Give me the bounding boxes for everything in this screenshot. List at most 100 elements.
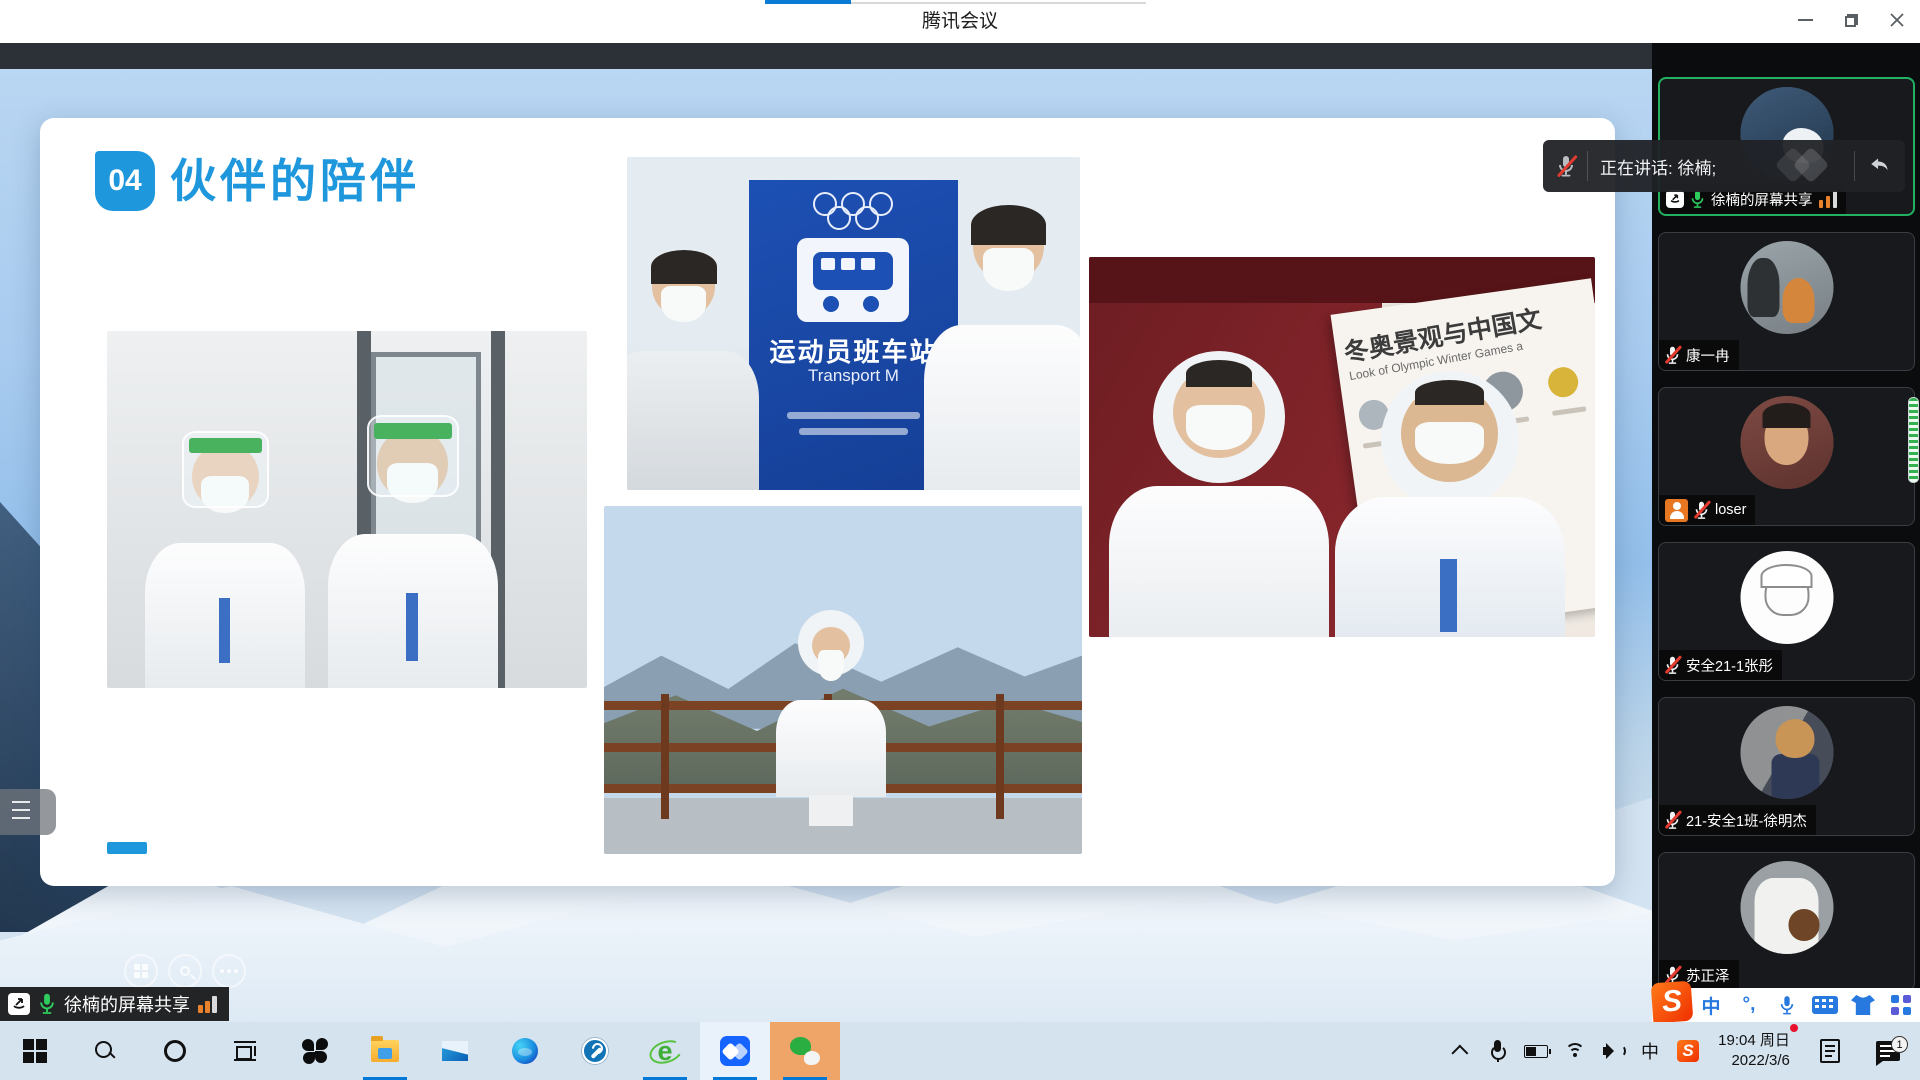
start-button[interactable] — [0, 1022, 70, 1080]
slide-page-indicator — [107, 842, 147, 854]
minimize-button[interactable] — [1782, 0, 1828, 40]
speaking-text: 正在讲话: 徐楠; — [1600, 154, 1716, 179]
cortana-button[interactable] — [140, 1022, 210, 1080]
participant-avatar — [1740, 861, 1833, 954]
mic-on-icon — [1690, 190, 1705, 209]
member-badge-icon — [1665, 499, 1688, 522]
hidden-icons-chevron[interactable] — [1444, 1022, 1480, 1080]
sogou-logo-icon[interactable]: S — [1651, 981, 1694, 1024]
notification-count-badge: 1 — [1891, 1036, 1908, 1053]
participant-name: 康一冉 — [1686, 345, 1730, 366]
ime-voice-icon[interactable] — [1768, 995, 1806, 1016]
battery-icon[interactable] — [1514, 1022, 1558, 1080]
mic-muted-icon — [1665, 656, 1680, 675]
restore-button[interactable] — [1828, 0, 1874, 40]
railing-post — [661, 694, 669, 819]
screen-share-icon — [1666, 190, 1684, 208]
clock-time: 19:04 周日 — [1718, 1031, 1790, 1051]
signal-bars-icon — [198, 996, 217, 1013]
screen-share-icon — [8, 993, 30, 1015]
letterbox-strip — [0, 43, 1920, 69]
participant-label: 康一冉 — [1659, 340, 1739, 370]
slide-zoom-button[interactable] — [168, 954, 202, 988]
wifi-icon[interactable] — [1558, 1022, 1594, 1080]
participant-label: 安全21-1张彤 — [1659, 650, 1782, 680]
photo-doorway-volunteers — [107, 331, 587, 688]
volume-icon[interactable] — [1594, 1022, 1632, 1080]
ime-skin-icon[interactable] — [1844, 995, 1882, 1015]
participant-tile[interactable]: 21-安全1班-徐明杰 — [1658, 697, 1915, 836]
bus-pictogram — [797, 238, 909, 322]
participant-avatar — [1740, 396, 1833, 489]
clock-date: 2022/3/6 — [1718, 1051, 1790, 1071]
system-tray: 中 S 19:04 周日 2022/3/6 1 — [1444, 1022, 1920, 1080]
railing-post — [996, 694, 1004, 819]
presentation-slide: 04 伙伴的陪伴 — [40, 118, 1615, 886]
participant-name: loser — [1715, 502, 1746, 518]
participant-tile[interactable]: 康一冉 — [1658, 232, 1915, 371]
mic-muted-icon — [1665, 811, 1680, 830]
ime-keyboard-icon[interactable] — [1806, 996, 1844, 1014]
participant-label: loser — [1659, 495, 1755, 525]
notification-dot — [1790, 1024, 1798, 1032]
sogou-tray-icon[interactable]: S — [1668, 1022, 1708, 1080]
ime-punctuation-toggle[interactable]: °, — [1730, 994, 1768, 1016]
clock[interactable]: 19:04 周日 2022/3/6 — [1708, 1022, 1804, 1080]
mic-muted-icon[interactable] — [1557, 155, 1575, 178]
slide-section-badge: 04 — [95, 151, 155, 211]
screen-share-status-text: 徐楠的屏幕共享 — [64, 991, 190, 1017]
search-button[interactable] — [70, 1022, 140, 1080]
speaking-notification-banner: 正在讲话: 徐楠; — [1543, 140, 1905, 192]
window-titlebar: 腾讯会议 — [0, 0, 1920, 43]
participant-list: 徐楠的屏幕共享 康一冉 — [1658, 77, 1916, 1007]
meeting-logo-watermark — [1772, 148, 1842, 184]
participant-label: 21-安全1班-徐明杰 — [1659, 805, 1816, 835]
signal-bars-icon — [1819, 191, 1838, 208]
photo-mountain-overlook — [604, 506, 1082, 854]
tencent-meeting-button[interactable] — [700, 1022, 770, 1080]
participant-tile[interactable]: 安全21-1张彤 — [1658, 542, 1915, 681]
person-figure — [145, 438, 305, 688]
mic-on-icon — [38, 993, 56, 1015]
olympic-rings-icon — [805, 190, 901, 230]
window-title: 腾讯会议 — [0, 0, 1920, 43]
screen-share-status-label: 徐楠的屏幕共享 — [0, 987, 229, 1021]
task-view-button[interactable] — [210, 1022, 280, 1080]
slide-more-button[interactable] — [212, 954, 246, 988]
person-figure — [776, 616, 886, 826]
slide-grid-view-button[interactable] — [124, 954, 158, 988]
shared-screen-area: 04 伙伴的陪伴 — [0, 69, 1652, 1022]
sign-small-text-line — [799, 428, 907, 435]
slide-title: 伙伴的陪伴 — [170, 151, 420, 211]
mic-muted-icon — [1665, 346, 1680, 365]
mail-app-button[interactable] — [420, 1022, 490, 1080]
edge-browser-button[interactable] — [490, 1022, 560, 1080]
participant-avatar — [1740, 241, 1833, 334]
person-figure — [627, 250, 759, 490]
tray-microphone-icon[interactable] — [1480, 1022, 1514, 1080]
news-interests-button[interactable] — [1804, 1022, 1856, 1080]
close-button[interactable] — [1874, 0, 1920, 40]
ime-indicator[interactable]: 中 — [1632, 1022, 1668, 1080]
participant-tile[interactable]: loser — [1658, 387, 1915, 526]
ime-toolbox-icon[interactable] — [1882, 995, 1920, 1015]
thumbnail-panel-handle[interactable] — [0, 789, 56, 835]
sidebar-scrollbar[interactable] — [1908, 397, 1919, 483]
photo-transport-mall: 运动员班车站 Transport M — [627, 157, 1080, 490]
photo-exhibition-hall: 冬奥景观与中国文 Look of Olympic Winter Games a — [1089, 257, 1595, 637]
file-explorer-button[interactable] — [350, 1022, 420, 1080]
participant-tile[interactable]: 苏正泽 — [1658, 852, 1915, 991]
participant-avatar — [1740, 706, 1833, 799]
participant-avatar — [1740, 551, 1833, 644]
mic-muted-icon — [1694, 501, 1709, 520]
pinned-app-pinwheel[interactable] — [280, 1022, 350, 1080]
participant-name: 21-安全1班-徐明杰 — [1686, 810, 1807, 831]
reply-arrow-icon[interactable] — [1867, 153, 1891, 180]
person-figure — [1109, 360, 1329, 637]
ie-browser-button[interactable]: e — [630, 1022, 700, 1080]
ime-language-toggle[interactable]: 中 — [1692, 992, 1730, 1019]
tool-app-button[interactable] — [560, 1022, 630, 1080]
action-center-button[interactable]: 1 — [1856, 1022, 1920, 1080]
sign-small-text-line — [787, 412, 920, 419]
wechat-button[interactable] — [770, 1022, 840, 1080]
